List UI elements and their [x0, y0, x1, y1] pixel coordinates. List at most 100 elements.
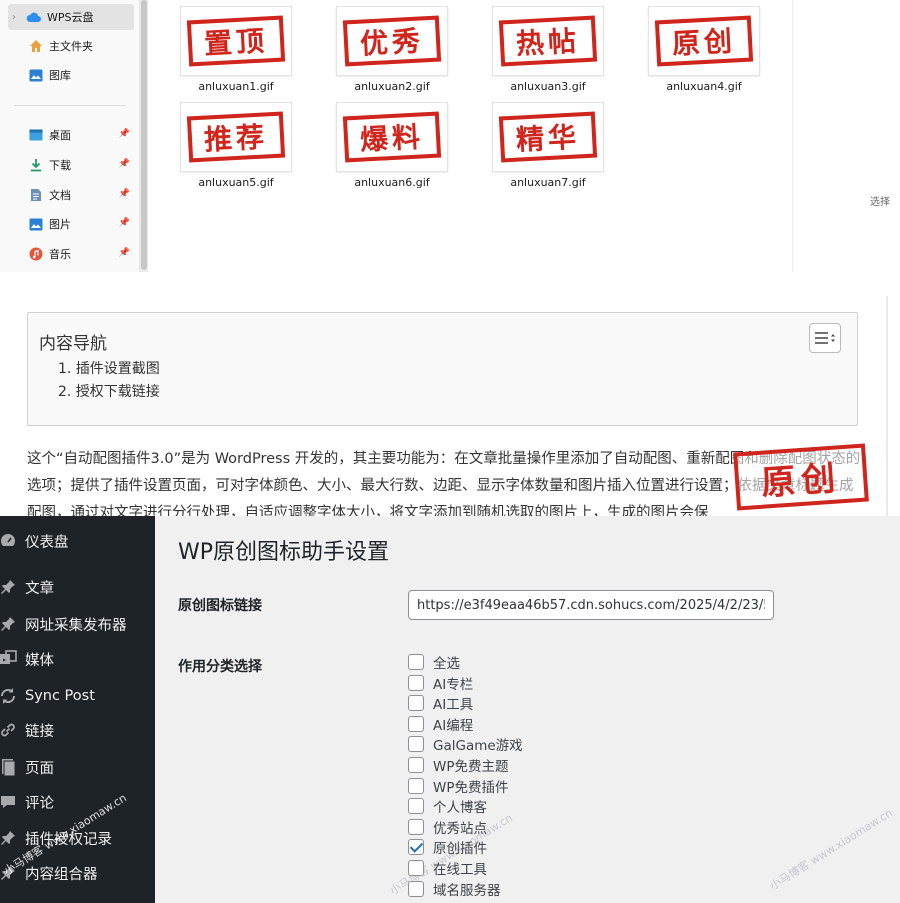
category-field-label: 作用分类选择 — [178, 659, 262, 675]
nav-label: 图库 — [49, 69, 71, 82]
nav-item-music[interactable]: 音乐 📌 — [28, 241, 134, 267]
file-item[interactable]: 精华 anluxuan7.gif — [478, 102, 618, 189]
category-option[interactable]: 在线工具 — [408, 858, 487, 878]
file-name: anluxuan7.gif — [510, 176, 586, 189]
pictures-icon — [28, 216, 44, 232]
checkbox[interactable] — [408, 777, 424, 794]
checkbox[interactable] — [408, 880, 424, 897]
file-item[interactable]: 推荐 anluxuan5.gif — [166, 102, 306, 189]
file-item[interactable]: 爆料 anluxuan6.gif — [322, 102, 462, 189]
category-option[interactable]: WP免费插件 — [408, 776, 509, 796]
gallery-icon — [28, 67, 44, 83]
checkbox[interactable] — [408, 695, 424, 712]
stamp-image: 优秀 — [342, 15, 442, 67]
nav-item-gallery[interactable]: 图库 — [28, 62, 134, 88]
original-stamp-image: 原创 — [733, 443, 869, 511]
stamp-image: 推荐 — [186, 111, 286, 163]
menu-label: Sync Post — [25, 688, 95, 704]
checkbox[interactable] — [408, 654, 424, 670]
admin-sidebar: 仪表盘 文章 网址采集发布器 媒体 Sync Post 链接 页面 评论 插件授… — [0, 516, 155, 903]
category-label: AI编程 — [433, 717, 474, 734]
menu-item-sync-post[interactable]: Sync Post — [0, 679, 155, 713]
file-thumbnail[interactable]: 爆料 — [336, 102, 448, 172]
nav-item-downloads[interactable]: 下载 📌 — [28, 152, 134, 178]
dashboard-icon — [0, 531, 18, 551]
category-option[interactable]: GalGame游戏 — [408, 734, 523, 754]
menu-label: 内容组合器 — [25, 866, 98, 883]
chevron-right-icon[interactable]: › — [12, 12, 26, 23]
category-option[interactable]: AI编程 — [408, 714, 473, 734]
checkbox[interactable] — [408, 674, 424, 691]
page-scrollbar[interactable] — [886, 296, 888, 518]
menu-item-pages[interactable]: 页面 — [0, 750, 155, 784]
watermark-text: 小马博客 www.xiaomaw.cn — [767, 806, 895, 893]
category-option[interactable]: 优秀站点 — [408, 817, 487, 837]
checkbox[interactable] — [408, 715, 424, 732]
file-item[interactable]: 优秀 anluxuan2.gif — [322, 6, 462, 93]
file-thumbnail[interactable]: 置顶 — [180, 6, 292, 76]
checkbox[interactable] — [408, 757, 424, 773]
menu-item-links[interactable]: 链接 — [0, 713, 155, 747]
file-thumbnail[interactable]: 原创 — [648, 6, 760, 76]
pin-icon[interactable]: 📌 — [119, 218, 130, 228]
nav-item-home[interactable]: 主文件夹 — [28, 33, 134, 59]
nav-item-wps-cloud[interactable]: › WPS云盘 — [8, 4, 134, 30]
file-item[interactable]: 原创 anluxuan4.gif — [634, 6, 774, 93]
nav-item-desktop[interactable]: 桌面 📌 — [28, 122, 134, 148]
icon-url-input[interactable] — [408, 590, 774, 620]
category-option[interactable]: 域名服务器 — [408, 879, 501, 899]
menu-item-posts[interactable]: 文章 — [0, 570, 155, 604]
checkbox[interactable] — [408, 736, 424, 753]
file-explorer-window: › WPS云盘 主文件夹 图库 桌面 📌 下载 📌 文档 📌 图片 📌 音乐 📌… — [0, 0, 900, 272]
category-option[interactable]: WP免费主题 — [408, 755, 509, 775]
file-thumbnail[interactable]: 优秀 — [336, 6, 448, 76]
page-icon — [0, 757, 18, 777]
sync-icon — [0, 686, 18, 706]
toc-link[interactable]: 1. 插件设置截图 — [58, 358, 160, 378]
download-icon — [28, 157, 44, 173]
pin-icon[interactable]: 📌 — [119, 159, 130, 169]
category-label: 原创插件 — [433, 841, 487, 858]
nav-scrollbar-thumb[interactable] — [141, 0, 147, 270]
category-option[interactable]: AI专栏 — [408, 673, 473, 693]
menu-item-url-collector[interactable]: 网址采集发布器 — [0, 607, 155, 641]
nav-item-documents[interactable]: 文档 📌 — [28, 182, 134, 208]
comment-icon — [0, 792, 18, 812]
pin-icon — [0, 828, 18, 848]
stamp-image: 置顶 — [186, 15, 286, 67]
file-item[interactable]: 热帖 anluxuan3.gif — [478, 6, 618, 93]
menu-item-media[interactable]: 媒体 — [0, 642, 155, 676]
checkbox[interactable] — [408, 818, 424, 835]
file-thumbnail[interactable]: 精华 — [492, 102, 604, 172]
navigation-pane: › WPS云盘 主文件夹 图库 桌面 📌 下载 📌 文档 📌 图片 📌 音乐 📌 — [0, 0, 140, 272]
category-option[interactable]: 原创插件 — [408, 837, 487, 857]
category-option[interactable]: 个人博客 — [408, 796, 487, 816]
category-label: 优秀站点 — [433, 820, 487, 837]
nav-item-pictures[interactable]: 图片 📌 — [28, 211, 134, 237]
menu-label: 媒体 — [25, 652, 54, 669]
cloud-icon — [26, 9, 42, 25]
menu-item-dashboard[interactable]: 仪表盘 — [0, 524, 155, 558]
category-option[interactable]: AI工具 — [408, 693, 473, 713]
pin-icon — [0, 614, 18, 634]
file-thumbnail[interactable]: 推荐 — [180, 102, 292, 172]
select-hint: 选择 — [870, 197, 890, 208]
toc-toggle-button[interactable] — [809, 323, 841, 353]
category-label: 在线工具 — [433, 862, 487, 878]
music-icon — [28, 246, 44, 262]
pin-icon[interactable]: 📌 — [119, 248, 130, 258]
menu-label: 页面 — [25, 760, 54, 777]
menu-item-comments[interactable]: 评论 — [0, 785, 155, 819]
pin-icon[interactable]: 📌 — [119, 189, 130, 199]
pin-icon[interactable]: 📌 — [119, 129, 130, 139]
toc-link[interactable]: 2. 授权下载链接 — [58, 381, 160, 401]
category-label: 个人博客 — [433, 800, 487, 817]
checkbox-checked[interactable] — [408, 839, 424, 856]
checkbox[interactable] — [408, 798, 424, 815]
stamp-image: 原创 — [654, 15, 754, 67]
file-item[interactable]: 置顶 anluxuan1.gif — [166, 6, 306, 93]
category-option[interactable]: 全选 — [408, 652, 460, 672]
stamp-image: 精华 — [498, 111, 598, 163]
file-thumbnail[interactable]: 热帖 — [492, 6, 604, 76]
checkbox[interactable] — [408, 860, 424, 876]
